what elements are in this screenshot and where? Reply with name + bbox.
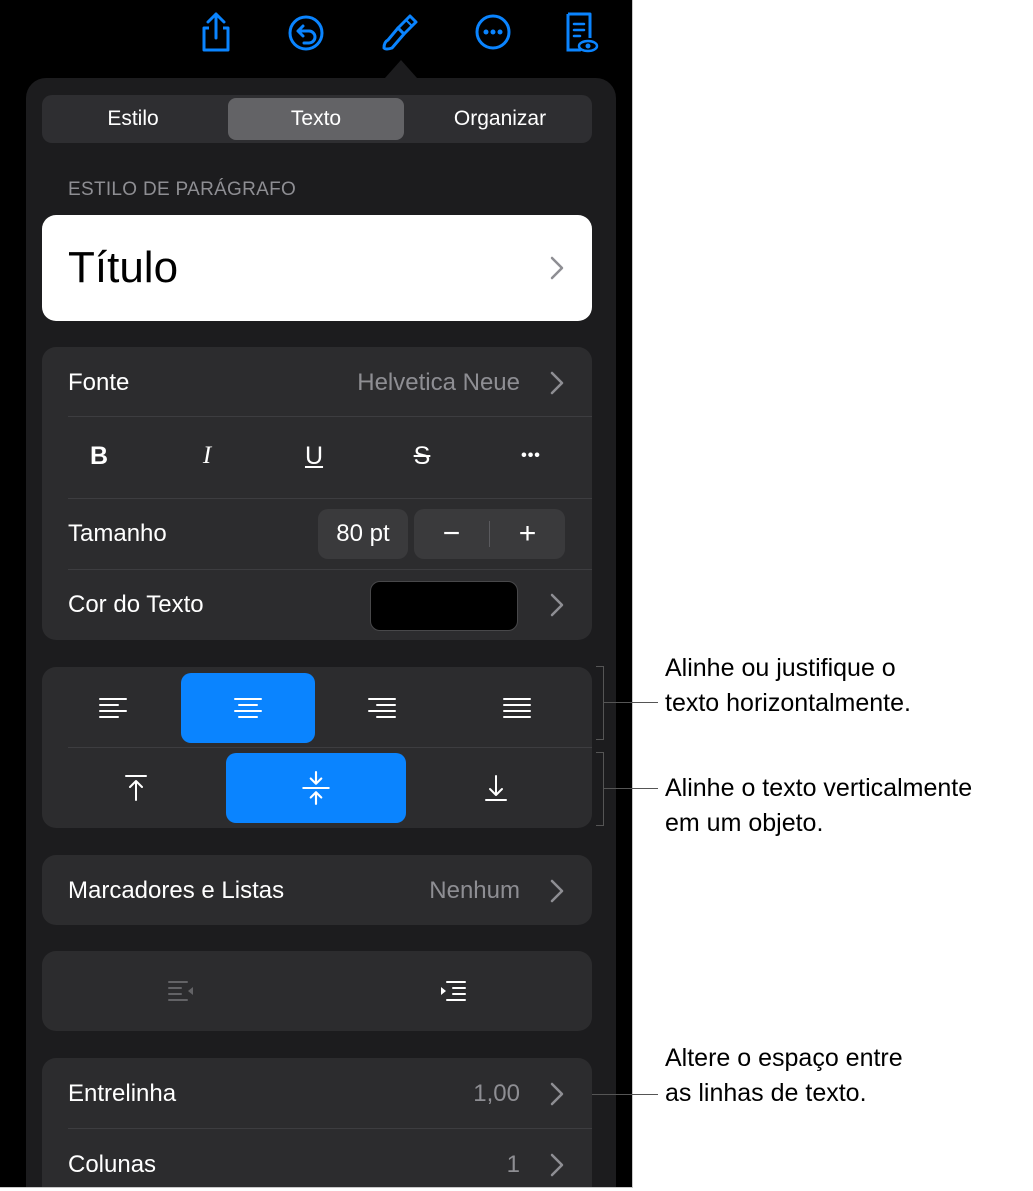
vertical-align-leader: [604, 788, 658, 789]
divider: [68, 747, 592, 748]
bullets-label: Marcadores e Listas: [68, 877, 285, 904]
size-stepper: − +: [414, 509, 565, 559]
align-center-icon: [234, 698, 262, 718]
justify-icon: [503, 698, 531, 718]
vertical-align-callout: Alinhe o texto verticalmente em um objet…: [665, 771, 972, 841]
screenshot-frame: Estilo Texto Organizar ESTILO DE PARÁGRA…: [0, 0, 633, 1188]
font-label: Fonte: [68, 369, 130, 396]
font-value: Helvetica Neue: [357, 369, 520, 396]
tab-bar: Estilo Texto Organizar: [42, 95, 592, 143]
bold-button[interactable]: B: [69, 431, 129, 481]
horizontal-align-leader: [604, 702, 658, 703]
italic-button[interactable]: I: [177, 431, 237, 481]
callout-line: texto horizontalmente.: [665, 689, 911, 717]
spacing-card: Entrelinha 1,00 Colunas 1: [42, 1058, 592, 1187]
line-spacing-row[interactable]: Entrelinha 1,00: [42, 1058, 592, 1128]
line-spacing-value: 1,00: [473, 1080, 520, 1107]
underline-button[interactable]: U: [284, 431, 344, 481]
justify-button[interactable]: [450, 673, 584, 743]
divider: [68, 569, 592, 570]
callout-line: Alinhe ou justifique o: [665, 654, 896, 682]
spacing-callout: Altere o espaço entre as linhas de texto…: [665, 1041, 903, 1111]
alignment-card: [42, 667, 592, 828]
font-row[interactable]: Fonte Helvetica Neue: [42, 347, 592, 417]
decrease-size-button[interactable]: −: [414, 509, 489, 559]
paragraph-style-header: ESTILO DE PARÁGRAFO: [68, 179, 297, 200]
decrease-indent-button[interactable]: [102, 961, 262, 1021]
indent-card: [42, 951, 592, 1031]
callout-line: Alinhe o texto verticalmente: [665, 774, 973, 802]
toolbar: [0, 0, 632, 70]
align-bottom-button[interactable]: [406, 753, 586, 823]
vertical-align-bracket: [596, 752, 604, 826]
spacing-leader: [592, 1094, 658, 1095]
increase-size-button[interactable]: +: [490, 509, 565, 559]
line-spacing-label: Entrelinha: [68, 1080, 177, 1107]
font-card: Fonte Helvetica Neue B I U S ••• Tamanho…: [42, 347, 592, 640]
divider: [68, 498, 592, 499]
align-right-icon: [368, 698, 396, 718]
increase-indent-button[interactable]: [372, 961, 532, 1021]
divider: [68, 416, 592, 417]
columns-value: 1: [506, 1151, 520, 1178]
share-icon[interactable]: [196, 10, 236, 54]
more-icon[interactable]: [473, 10, 513, 54]
align-right-button[interactable]: [315, 673, 449, 743]
align-top-button[interactable]: [46, 753, 226, 823]
align-left-icon: [99, 698, 127, 718]
size-label: Tamanho: [68, 520, 167, 547]
paragraph-style-button[interactable]: Título: [42, 215, 592, 321]
chevron-right-icon: [550, 1082, 564, 1106]
decrease-indent-icon: [168, 981, 193, 1001]
text-color-swatch[interactable]: [370, 581, 518, 631]
align-bottom-icon: [485, 775, 507, 801]
horizontal-align-bracket: [596, 666, 604, 740]
document-view-icon[interactable]: [560, 10, 600, 54]
increase-indent-icon: [441, 981, 466, 1001]
undo-icon[interactable]: [286, 10, 326, 54]
size-value-field[interactable]: 80 pt: [318, 509, 408, 559]
columns-label: Colunas: [68, 1151, 157, 1178]
paintbrush-icon[interactable]: [380, 10, 420, 54]
callout-line: as linhas de texto.: [665, 1079, 867, 1107]
columns-row[interactable]: Colunas 1: [42, 1129, 592, 1187]
align-top-icon: [125, 775, 147, 801]
format-popover: Estilo Texto Organizar ESTILO DE PARÁGRA…: [26, 78, 616, 1187]
bullets-row[interactable]: Marcadores e Listas Nenhum: [42, 855, 592, 925]
more-format-button[interactable]: •••: [501, 431, 561, 481]
align-center-button[interactable]: [181, 673, 315, 743]
align-middle-icon: [302, 771, 330, 805]
align-middle-button[interactable]: [226, 753, 406, 823]
chevron-right-icon: [550, 256, 564, 280]
tab-texto[interactable]: Texto: [228, 98, 404, 140]
align-left-button[interactable]: [46, 673, 180, 743]
tab-organizar[interactable]: Organizar: [411, 98, 589, 140]
chevron-right-icon: [550, 371, 564, 395]
text-color-label: Cor do Texto: [68, 591, 204, 618]
chevron-right-icon: [550, 879, 564, 903]
chevron-right-icon[interactable]: [550, 593, 564, 617]
tab-estilo[interactable]: Estilo: [45, 98, 221, 140]
popover-arrow: [385, 60, 417, 78]
bullets-value: Nenhum: [429, 877, 520, 904]
strikethrough-button[interactable]: S: [392, 431, 452, 481]
chevron-right-icon: [550, 1153, 564, 1177]
callout-line: Altere o espaço entre: [665, 1044, 903, 1072]
paragraph-style-value: Título: [68, 243, 179, 292]
callout-line: em um objeto.: [665, 809, 824, 837]
horizontal-align-callout: Alinhe ou justifique o texto horizontalm…: [665, 651, 911, 721]
